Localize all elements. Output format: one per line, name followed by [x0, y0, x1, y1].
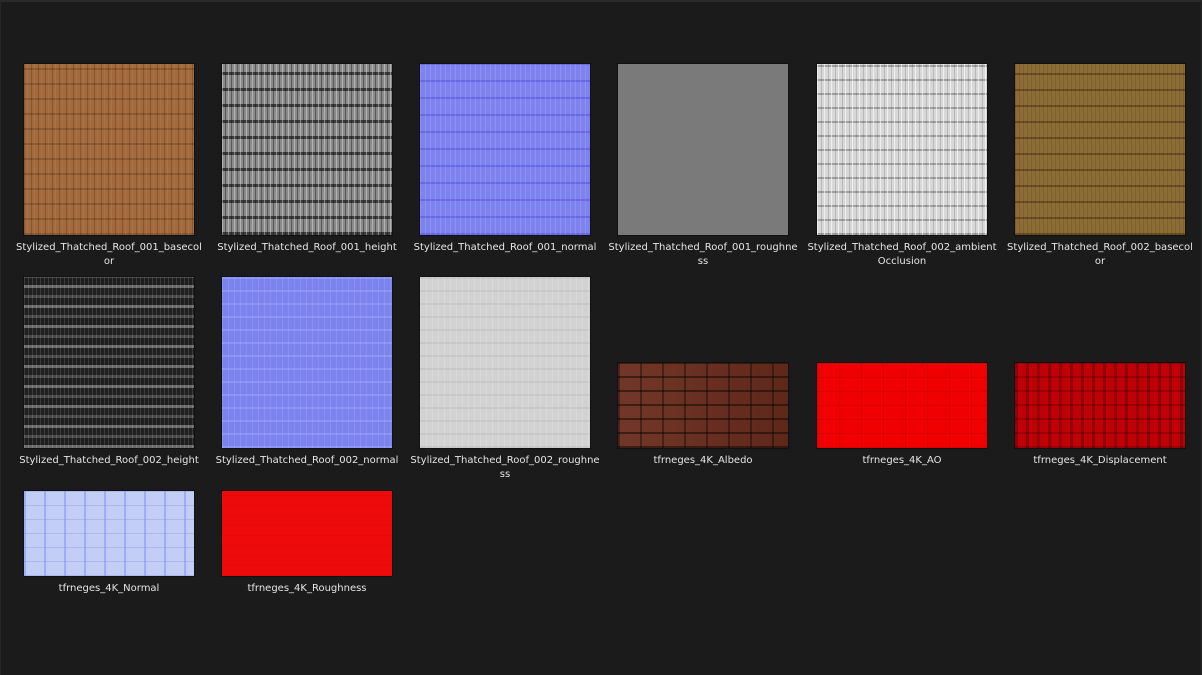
- file-thumbnail[interactable]: [24, 491, 194, 576]
- file-name[interactable]: Stylized_Thatched_Roof_002_height: [13, 454, 205, 468]
- file-thumbnail[interactable]: [222, 64, 392, 235]
- file-name[interactable]: tfrneges_4K_AO: [806, 454, 998, 468]
- file-name[interactable]: Stylized_Thatched_Roof_001_basecolor: [13, 241, 205, 269]
- file-browser-window: Stylized_Thatched_Roof_001_basecolor Sty…: [0, 0, 1202, 675]
- file-thumbnail[interactable]: [1015, 363, 1185, 448]
- file-name[interactable]: Stylized_Thatched_Roof_002_ambientOcclus…: [806, 241, 998, 269]
- file-thumbnail[interactable]: [1015, 64, 1185, 235]
- file-name[interactable]: Stylized_Thatched_Roof_002_roughness: [409, 454, 601, 482]
- file-name[interactable]: Stylized_Thatched_Roof_001_roughness: [607, 241, 799, 269]
- file-thumbnail[interactable]: [618, 64, 788, 235]
- file-name[interactable]: tfrneges_4K_Albedo: [607, 454, 799, 468]
- file-thumbnail[interactable]: [24, 277, 194, 448]
- file-name[interactable]: Stylized_Thatched_Roof_001_normal: [409, 241, 601, 255]
- file-thumbnail[interactable]: [420, 64, 590, 235]
- file-name[interactable]: tfrneges_4K_Normal: [13, 582, 205, 596]
- file-name[interactable]: Stylized_Thatched_Roof_002_normal: [211, 454, 403, 468]
- file-name[interactable]: Stylized_Thatched_Roof_002_basecolor: [1004, 241, 1196, 269]
- file-thumbnail[interactable]: [420, 277, 590, 448]
- file-name[interactable]: Stylized_Thatched_Roof_001_height: [211, 241, 403, 255]
- file-thumbnail[interactable]: [817, 64, 987, 235]
- file-thumbnail[interactable]: [24, 64, 194, 235]
- file-name[interactable]: tfrneges_4K_Displacement: [1004, 454, 1196, 468]
- file-thumbnail[interactable]: [222, 491, 392, 576]
- file-thumbnail[interactable]: [618, 363, 788, 448]
- file-thumbnail[interactable]: [817, 363, 987, 448]
- file-thumbnail[interactable]: [222, 277, 392, 448]
- file-name[interactable]: tfrneges_4K_Roughness: [211, 582, 403, 596]
